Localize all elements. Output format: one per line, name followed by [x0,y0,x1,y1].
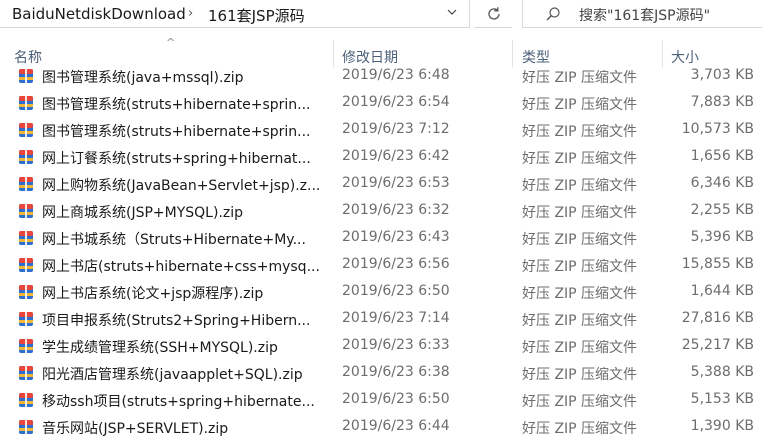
file-row[interactable]: 网上书城系统（Struts+Hibernate+My... 2019/6/23 … [0,225,762,252]
file-row[interactable]: 图书管理系统(struts+hibernate+sprin... 2019/6/… [0,117,762,144]
file-row[interactable]: 图书管理系统(java+mssql).zip 2019/6/23 6:48 好压… [0,64,762,90]
zip-archive-icon [19,366,33,380]
file-date: 2019/6/23 6:38 [342,364,450,380]
file-name: 网上商城系统(JSP+MYSQL).zip [42,205,244,221]
file-date: 2019/6/23 6:44 [342,418,450,434]
search-icon [546,7,560,21]
file-size: 25,217 KB [681,337,754,353]
file-row[interactable]: 网上书店系统(论文+jsp源程序).zip 2019/6/23 6:50 好压 … [0,279,762,306]
zip-archive-icon [19,420,33,434]
file-date: 2019/6/23 6:56 [342,256,450,272]
file-type: 好压 ZIP 压缩文件 [522,97,638,113]
file-name: 网上购物系统(JavaBean+Servlet+jsp).z... [42,178,321,194]
file-row[interactable]: 网上订餐系统(struts+spring+hibernat... 2019/6/… [0,144,762,171]
file-type: 好压 ZIP 压缩文件 [522,313,638,329]
search-input[interactable]: 搜索"161套JSP源码" [579,5,710,25]
file-row[interactable]: 网上购物系统(JavaBean+Servlet+jsp).z... 2019/6… [0,171,762,198]
file-size: 1,656 KB [690,148,754,164]
zip-archive-icon [19,123,33,137]
file-name: 图书管理系统(struts+hibernate+sprin... [42,124,311,140]
file-date: 2019/6/23 6:50 [342,391,450,407]
file-type: 好压 ZIP 压缩文件 [522,178,638,194]
zip-archive-icon [19,339,33,353]
file-name: 阳光酒店管理系统(javaapplet+SQL).zip [42,367,303,383]
refresh-button[interactable] [474,0,512,28]
file-type: 好压 ZIP 压缩文件 [522,259,638,275]
file-date: 2019/6/23 6:50 [342,283,450,299]
file-size: 7,883 KB [690,94,754,110]
file-list: 图书管理系统(java+mssql).zip 2019/6/23 6:48 好压… [0,64,762,441]
file-row[interactable]: 音乐网站(JSP+SERVLET).zip 2019/6/23 6:44 好压 … [0,414,762,441]
address-bar[interactable]: BaiduNetdiskDownload › 161套JSP源码 [0,0,470,28]
zip-archive-icon [19,231,33,245]
file-type: 好压 ZIP 压缩文件 [522,367,638,383]
file-type: 好压 ZIP 压缩文件 [522,70,638,86]
zip-archive-icon [19,393,33,407]
file-date: 2019/6/23 6:48 [342,67,450,83]
file-size: 5,388 KB [690,364,754,380]
zip-archive-icon [19,96,33,110]
refresh-icon [488,7,500,20]
file-name: 学生成绩管理系统(SSH+MYSQL).zip [42,340,278,356]
file-row[interactable]: 网上书店(struts+hibernate+css+mysq... 2019/6… [0,252,762,279]
file-date: 2019/6/23 6:33 [342,337,450,353]
file-size: 5,396 KB [690,229,754,245]
file-date: 2019/6/23 6:54 [342,94,450,110]
file-name: 项目申报系统(Struts2+Spring+Hibern... [42,313,311,329]
file-type: 好压 ZIP 压缩文件 [522,286,638,302]
zip-archive-icon [19,312,33,326]
file-type: 好压 ZIP 压缩文件 [522,394,638,410]
file-row[interactable]: 学生成绩管理系统(SSH+MYSQL).zip 2019/6/23 6:33 好… [0,333,762,360]
file-date: 2019/6/23 6:53 [342,175,450,191]
file-size: 3,703 KB [690,67,754,83]
file-type: 好压 ZIP 压缩文件 [522,124,638,140]
file-row[interactable]: 网上商城系统(JSP+MYSQL).zip 2019/6/23 6:32 好压 … [0,198,762,225]
file-date: 2019/6/23 6:43 [342,229,450,245]
file-size: 2,255 KB [690,202,754,218]
zip-archive-icon [19,150,33,164]
zip-archive-icon [19,177,33,191]
file-date: 2019/6/23 6:42 [342,148,450,164]
file-name: 图书管理系统(struts+hibernate+sprin... [42,97,311,113]
zip-archive-icon [19,258,33,272]
search-box[interactable]: 搜索"161套JSP源码" [522,0,762,28]
file-size: 5,153 KB [690,391,754,407]
address-bar-area: BaiduNetdiskDownload › 161套JSP源码 搜索"161套… [0,0,762,30]
file-date: 2019/6/23 6:32 [342,202,450,218]
file-row[interactable]: 项目申报系统(Struts2+Spring+Hibern... 2019/6/2… [0,306,762,333]
zip-archive-icon [19,285,33,299]
file-row[interactable]: 阳光酒店管理系统(javaapplet+SQL).zip 2019/6/23 6… [0,360,762,387]
address-dropdown-chevron-icon[interactable] [446,6,458,21]
file-size: 15,855 KB [681,256,754,272]
file-name: 网上书城系统（Struts+Hibernate+My... [42,232,306,248]
file-name: 网上书店(struts+hibernate+css+mysq... [42,259,320,275]
breadcrumb-current-folder[interactable]: 161套JSP源码 [208,5,305,26]
file-type: 好压 ZIP 压缩文件 [522,421,638,437]
zip-archive-icon [19,69,33,83]
file-size: 1,644 KB [690,283,754,299]
file-size: 1,390 KB [690,418,754,434]
file-name: 图书管理系统(java+mssql).zip [42,70,244,86]
file-date: 2019/6/23 7:12 [342,121,450,137]
breadcrumb-baidunetdiskdownload[interactable]: BaiduNetdiskDownload [12,5,186,23]
file-date: 2019/6/23 7:14 [342,310,450,326]
file-size: 27,816 KB [681,310,754,326]
file-row[interactable]: 图书管理系统(struts+hibernate+sprin... 2019/6/… [0,90,762,117]
file-size: 10,573 KB [681,121,754,137]
file-name: 移动ssh项目(struts+spring+hibernate... [42,394,315,410]
file-name: 音乐网站(JSP+SERVLET).zip [42,421,229,437]
zip-archive-icon [19,204,33,218]
file-type: 好压 ZIP 压缩文件 [522,232,638,248]
file-name: 网上书店系统(论文+jsp源程序).zip [42,286,264,302]
file-row[interactable]: 移动ssh项目(struts+spring+hibernate... 2019/… [0,387,762,414]
file-type: 好压 ZIP 压缩文件 [522,340,638,356]
breadcrumb-separator[interactable]: › [188,6,193,21]
file-size: 6,346 KB [690,175,754,191]
file-type: 好压 ZIP 压缩文件 [522,205,638,221]
file-name: 网上订餐系统(struts+spring+hibernat... [42,151,311,167]
file-type: 好压 ZIP 压缩文件 [522,151,638,167]
